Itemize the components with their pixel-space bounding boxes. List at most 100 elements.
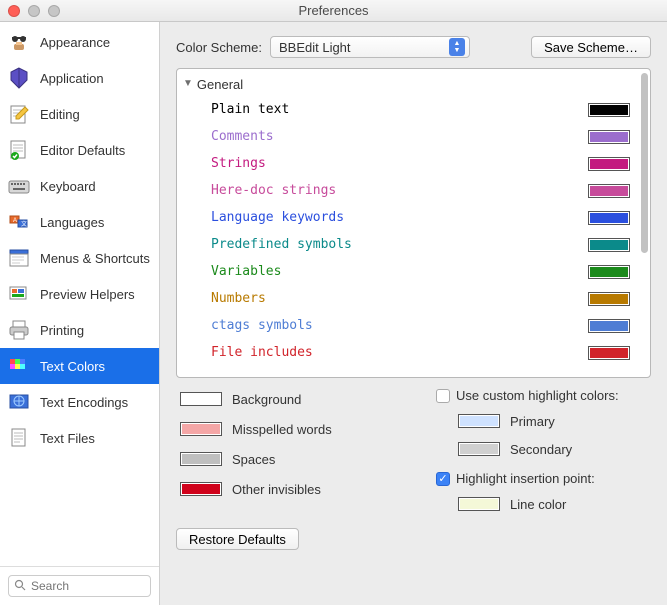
insertion-row[interactable]: ✓ Highlight insertion point:	[436, 471, 651, 486]
sidebar-item-text-colors[interactable]: Text Colors	[0, 348, 159, 384]
sidebar-item-printing[interactable]: Printing	[0, 312, 159, 348]
updown-icon: ▲▼	[449, 38, 465, 56]
svg-text:文: 文	[21, 220, 27, 228]
sidebar-item-editing[interactable]: Editing	[0, 96, 159, 132]
color-row-label: ctags symbols	[211, 318, 313, 333]
color-row[interactable]: Plain text	[183, 96, 630, 123]
scrollbar-thumb[interactable]	[641, 73, 648, 253]
color-row[interactable]: ctags symbols	[183, 312, 630, 339]
color-swatch[interactable]	[588, 103, 630, 117]
text-files-icon	[6, 425, 32, 451]
scheme-row: Color Scheme: BBEdit Light ▲▼ Save Schem…	[176, 36, 651, 58]
preferences-window: Preferences Appearance Application	[0, 0, 667, 605]
custom-highlight-checkbox[interactable]	[436, 389, 450, 403]
background-row: Background	[180, 388, 416, 410]
secondary-row: Secondary	[436, 439, 651, 459]
restore-defaults-button[interactable]: Restore Defaults	[176, 528, 299, 550]
sidebar-item-keyboard[interactable]: Keyboard	[0, 168, 159, 204]
insertion-label: Highlight insertion point:	[456, 471, 595, 486]
section-header[interactable]: ▼ General	[183, 75, 630, 96]
line-color-row: Line color	[436, 494, 651, 514]
line-color-swatch[interactable]	[458, 497, 500, 511]
color-row[interactable]: Numbers	[183, 285, 630, 312]
color-row-label: Numbers	[211, 291, 266, 306]
color-row[interactable]: Here-doc strings	[183, 177, 630, 204]
color-swatch[interactable]	[588, 184, 630, 198]
sidebar-item-text-files[interactable]: Text Files	[0, 420, 159, 456]
color-row-label: Plain text	[211, 102, 289, 117]
color-swatch[interactable]	[588, 265, 630, 279]
primary-swatch[interactable]	[458, 414, 500, 428]
other-invisibles-label: Other invisibles	[232, 482, 321, 497]
editor-defaults-icon	[6, 137, 32, 163]
sidebar-item-label: Application	[40, 71, 104, 86]
sidebar-item-application[interactable]: Application	[0, 60, 159, 96]
color-swatch[interactable]	[588, 319, 630, 333]
colors-scroll[interactable]: ▼ General Plain text Comments Strings Here-…	[177, 69, 640, 377]
misspelled-swatch[interactable]	[180, 422, 222, 436]
appearance-icon	[6, 29, 32, 55]
sidebar-item-label: Keyboard	[40, 179, 96, 194]
insertion-checkbox[interactable]: ✓	[436, 472, 450, 486]
keyboard-icon	[6, 173, 32, 199]
primary-label: Primary	[510, 414, 555, 429]
background-swatch[interactable]	[180, 392, 222, 406]
sidebar-item-editor-defaults[interactable]: Editor Defaults	[0, 132, 159, 168]
bottom-options: Background Misspelled words Spaces Other…	[176, 388, 651, 514]
color-row-label: Comments	[211, 129, 274, 144]
minimize-button[interactable]	[28, 5, 40, 17]
color-row[interactable]: Strings	[183, 150, 630, 177]
search-input[interactable]	[8, 575, 151, 597]
secondary-label: Secondary	[510, 442, 572, 457]
sidebar-item-appearance[interactable]: Appearance	[0, 24, 159, 60]
color-row[interactable]: File includes	[183, 339, 630, 366]
application-icon	[6, 65, 32, 91]
sidebar-item-label: Appearance	[40, 35, 110, 50]
sidebar-item-text-encodings[interactable]: Text Encodings	[0, 384, 159, 420]
other-invisibles-swatch[interactable]	[180, 482, 222, 496]
scrollbar[interactable]	[641, 71, 648, 375]
color-swatch[interactable]	[588, 130, 630, 144]
color-swatch[interactable]	[588, 211, 630, 225]
sidebar-item-label: Editor Defaults	[40, 143, 125, 158]
color-row[interactable]: Predefined symbols	[183, 231, 630, 258]
color-swatch[interactable]	[588, 157, 630, 171]
close-button[interactable]	[8, 5, 20, 17]
color-swatch[interactable]	[588, 346, 630, 360]
save-scheme-button[interactable]: Save Scheme…	[531, 36, 651, 58]
spaces-swatch[interactable]	[180, 452, 222, 466]
color-row-label: Predefined symbols	[211, 237, 352, 252]
misspelled-row: Misspelled words	[180, 418, 416, 440]
sidebar-item-languages[interactable]: A文 Languages	[0, 204, 159, 240]
body: Appearance Application Editing	[0, 22, 667, 605]
sidebar-item-label: Menus & Shortcuts	[40, 251, 150, 266]
disclosure-triangle-icon[interactable]: ▼	[183, 78, 193, 89]
custom-highlight-row[interactable]: Use custom highlight colors:	[436, 388, 651, 403]
custom-highlight-label: Use custom highlight colors:	[456, 388, 619, 403]
restore-row: Restore Defaults	[176, 524, 651, 550]
sidebar-item-menus-shortcuts[interactable]: Menus & Shortcuts	[0, 240, 159, 276]
sidebar-item-label: Preview Helpers	[40, 287, 135, 302]
svg-text:A: A	[13, 218, 17, 224]
editing-icon	[6, 101, 32, 127]
sidebar-item-preview-helpers[interactable]: Preview Helpers	[0, 276, 159, 312]
colors-box: ▼ General Plain text Comments Strings Here-…	[176, 68, 651, 378]
primary-row: Primary	[436, 411, 651, 431]
sidebar-item-label: Printing	[40, 323, 84, 338]
sidebar-item-label: Text Files	[40, 431, 95, 446]
color-row[interactable]: Language keywords	[183, 204, 630, 231]
color-row-label: Strings	[211, 156, 266, 171]
secondary-swatch[interactable]	[458, 442, 500, 456]
color-swatch[interactable]	[588, 238, 630, 252]
color-row[interactable]: Variables	[183, 258, 630, 285]
zoom-button[interactable]	[48, 5, 60, 17]
traffic-lights	[8, 5, 60, 17]
scheme-select[interactable]: BBEdit Light ▲▼	[270, 36, 470, 58]
color-swatch[interactable]	[588, 292, 630, 306]
color-row[interactable]: Comments	[183, 123, 630, 150]
sidebar-item-label: Text Colors	[40, 359, 105, 374]
sidebar-item-label: Editing	[40, 107, 80, 122]
window-title: Preferences	[298, 3, 368, 18]
line-color-label: Line color	[510, 497, 566, 512]
background-label: Background	[232, 392, 301, 407]
